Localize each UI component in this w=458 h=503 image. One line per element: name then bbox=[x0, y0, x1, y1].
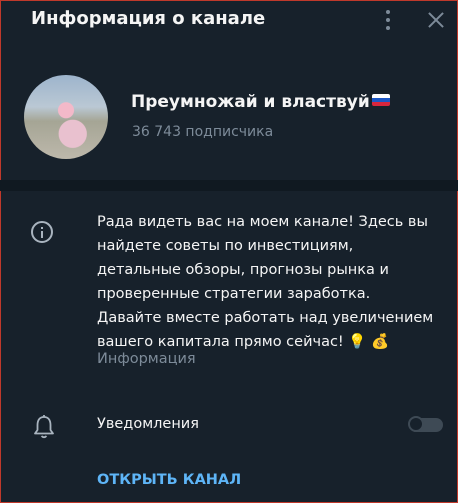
description-line: детальные обзоры, прогнозы рынка и bbox=[97, 262, 389, 278]
notifications-toggle[interactable] bbox=[408, 416, 443, 432]
info-icon bbox=[31, 221, 53, 243]
page-title: Информация о канале bbox=[31, 8, 266, 29]
close-icon[interactable] bbox=[426, 10, 446, 30]
bell-icon bbox=[34, 415, 54, 439]
channel-description: Рада видеть вас на моем канале! Здесь вы… bbox=[97, 210, 447, 354]
section-divider bbox=[0, 180, 458, 191]
more-vertical-icon[interactable] bbox=[376, 8, 400, 32]
subscriber-count: 36 743 подписчика bbox=[132, 124, 274, 140]
channel-name-row: Преумножай и властвуй bbox=[131, 92, 390, 112]
description-line: Давайте вместе работать над увеличением bbox=[97, 310, 434, 326]
channel-name: Преумножай и властвуй bbox=[131, 92, 370, 112]
avatar[interactable] bbox=[24, 75, 108, 159]
description-label: Информация bbox=[97, 351, 196, 367]
description-line: проверенные стратегии заработка. bbox=[97, 286, 371, 302]
notifications-label: Уведомления bbox=[97, 416, 199, 432]
header: Информация о канале bbox=[0, 0, 458, 40]
description-line: Рада видеть вас на моем канале! Здесь вы bbox=[97, 214, 428, 230]
description-line: найдете советы по инвестициям, bbox=[97, 238, 354, 254]
russian-flag-icon bbox=[371, 94, 390, 106]
open-channel-button[interactable]: ОТКРЫТЬ КАНАЛ bbox=[97, 472, 241, 488]
toggle-knob bbox=[408, 416, 424, 432]
